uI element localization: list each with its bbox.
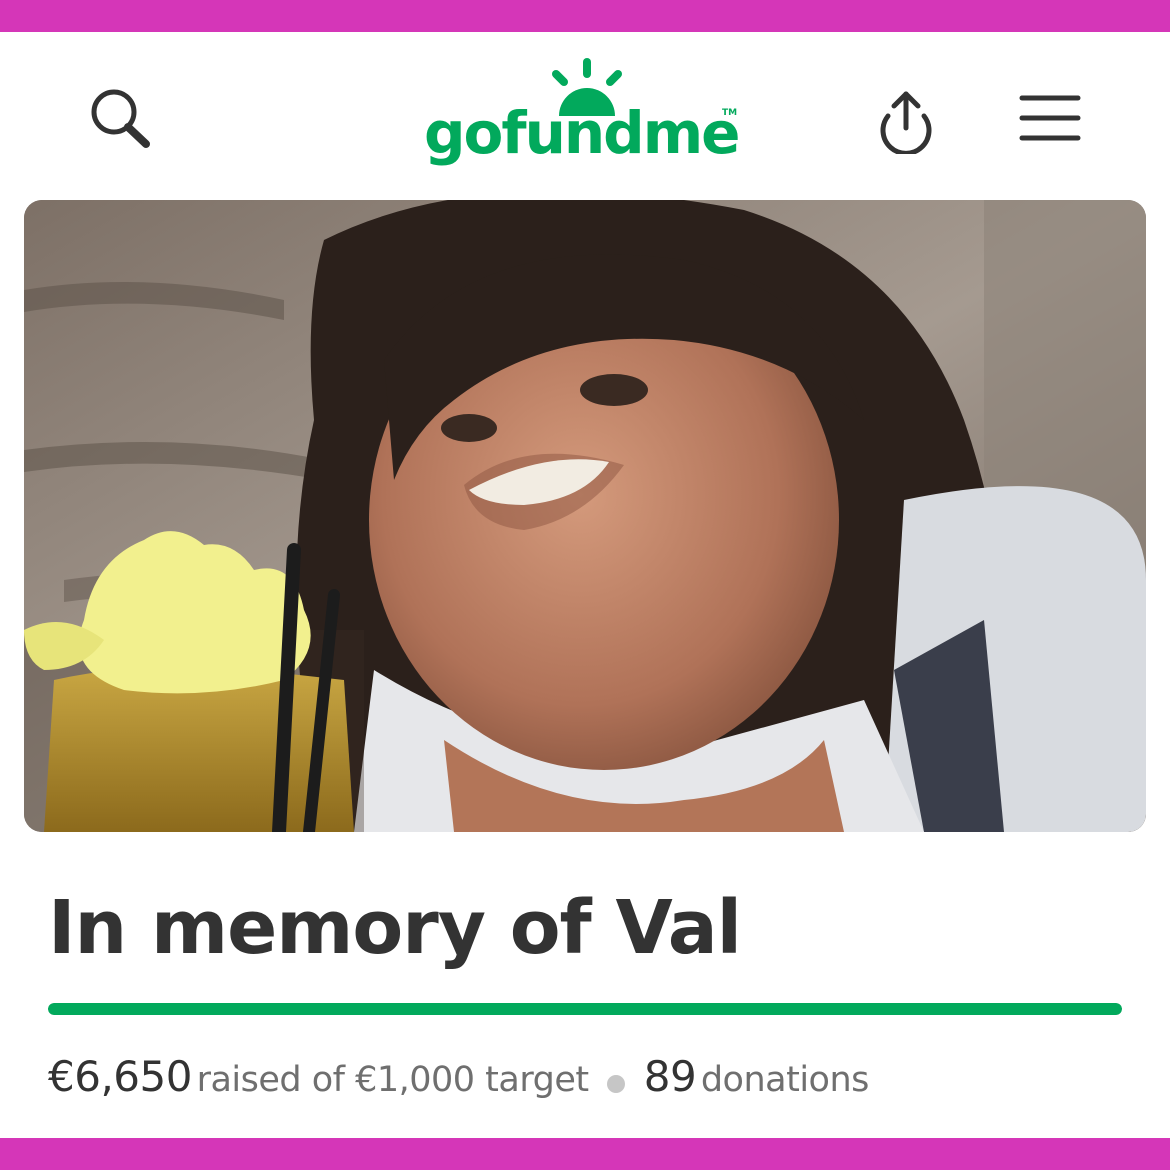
funding-progress-fill [48, 1003, 1122, 1015]
share-icon [880, 91, 932, 156]
logo-trademark: TM [722, 108, 738, 118]
funding-stats: €6,650 raised of €1,000 target 89 donati… [48, 1052, 869, 1102]
donations-label: donations [700, 1060, 870, 1100]
top-frame-band [0, 0, 1170, 32]
gofundme-logo[interactable]: gofundme TM [424, 58, 754, 178]
menu-button[interactable] [1016, 90, 1084, 146]
cover-photo-illustration [24, 200, 1146, 832]
menu-icon [1019, 95, 1081, 141]
search-icon [91, 89, 150, 148]
fundraiser-title: In memory of Val [48, 885, 742, 971]
donations-count: 89 [643, 1052, 697, 1101]
separator-dot [607, 1074, 626, 1093]
search-button[interactable] [84, 84, 154, 154]
bottom-frame-band [0, 1138, 1170, 1170]
fundraiser-cover-photo[interactable] [24, 200, 1146, 832]
logo-wordmark: gofundme [424, 99, 740, 167]
amount-raised: €6,650 [48, 1052, 192, 1101]
funding-progress-bar [48, 1003, 1122, 1015]
app-header: gofundme TM [0, 32, 1170, 200]
raised-of-target: raised of €1,000 target [196, 1060, 590, 1100]
share-button[interactable] [870, 82, 942, 156]
